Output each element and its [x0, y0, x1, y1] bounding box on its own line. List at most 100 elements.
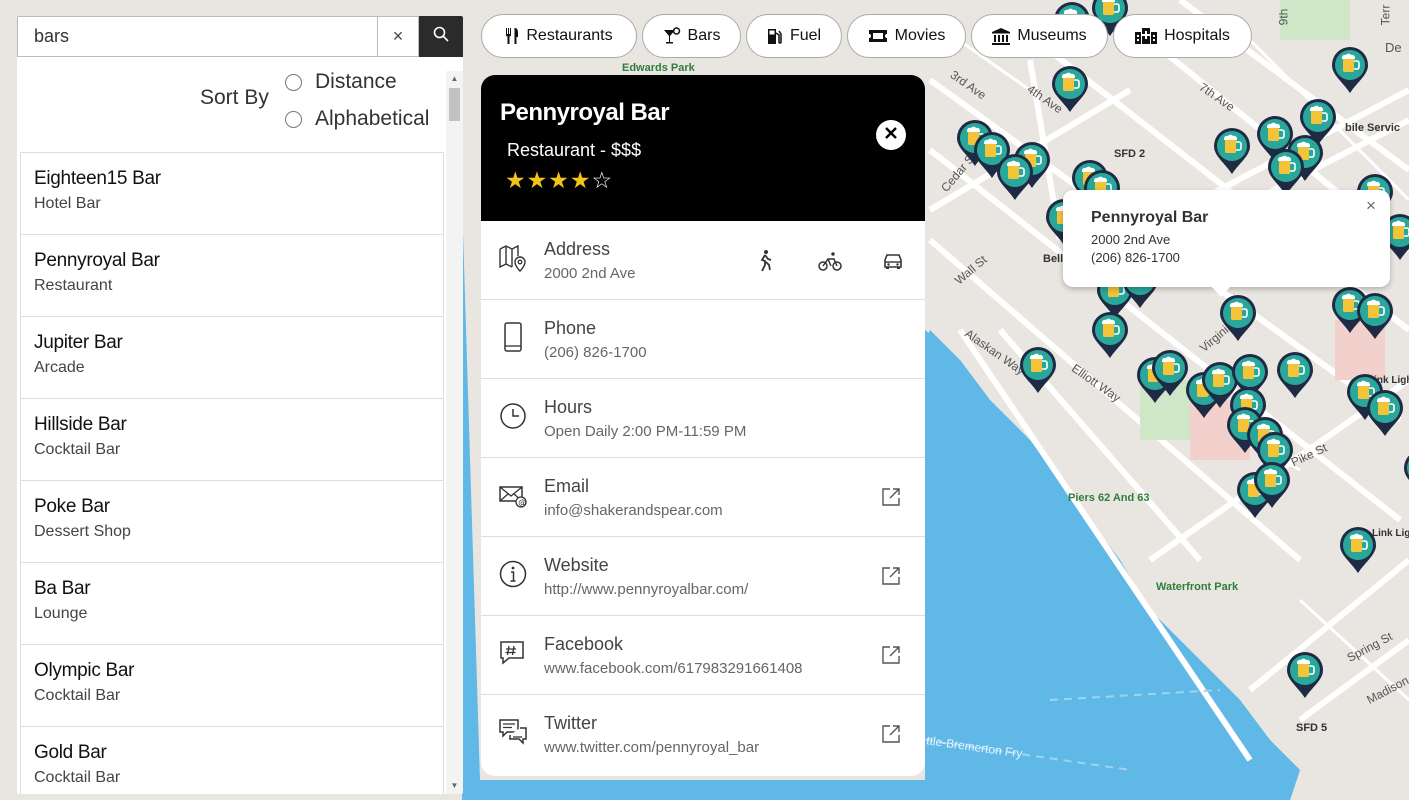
place-detail-panel: Pennyroyal Bar Restaurant - $$$ ★★★★☆ Ad…: [481, 75, 925, 776]
list-item[interactable]: Eighteen15 Bar Hotel Bar: [21, 153, 443, 235]
radio-circle[interactable]: [285, 73, 302, 91]
sort-distance-radio[interactable]: Distance: [285, 70, 397, 94]
map-label: De: [1385, 40, 1402, 55]
external-link-icon[interactable]: [881, 487, 901, 507]
radio-circle[interactable]: [285, 110, 302, 128]
category-movies-button[interactable]: Movies: [847, 14, 966, 58]
category-hospitals-button[interactable]: Hospitals: [1113, 14, 1252, 58]
biking-directions-icon[interactable]: [818, 249, 842, 273]
row-value: (206) 826-1700: [544, 344, 647, 361]
row-label: Address: [544, 239, 611, 259]
map-label: 9th: [1276, 8, 1291, 26]
external-link-icon[interactable]: [881, 645, 901, 665]
popup-address: 2000 2nd Ave: [1091, 232, 1171, 247]
row-value: 2000 2nd Ave: [544, 265, 636, 282]
external-link-icon[interactable]: [881, 566, 901, 586]
list-scrollbar[interactable]: ▲ ▼: [446, 71, 463, 794]
beer-pin-icon[interactable]: [1050, 64, 1090, 114]
beer-pin-icon[interactable]: [1365, 388, 1405, 438]
item-type: Dessert Shop: [34, 523, 131, 540]
category-museums-button[interactable]: Museums: [971, 14, 1108, 58]
star-filled-icon: ★: [569, 167, 592, 193]
popup-title: Pennyroyal Bar: [1091, 209, 1209, 226]
beer-pin-icon[interactable]: [1218, 293, 1258, 343]
row-label: Phone: [544, 318, 597, 338]
list-item[interactable]: Poke Bar Dessert Shop: [21, 481, 443, 563]
website-row[interactable]: Website http://www.pennyroyalbar.com/: [481, 537, 925, 616]
close-popup-button[interactable]: ×: [1366, 196, 1376, 216]
sort-label: Sort By: [200, 86, 269, 109]
list-item[interactable]: Hillside Bar Cocktail Bar: [21, 399, 443, 481]
star-empty-icon: ☆: [591, 167, 614, 193]
beer-pin-icon[interactable]: [1402, 448, 1409, 498]
beer-pin-icon[interactable]: [1018, 345, 1058, 395]
beer-pin-icon[interactable]: [1252, 460, 1292, 510]
row-value: www.facebook.com/617983291661408: [544, 660, 803, 677]
list-item[interactable]: Jupiter Bar Arcade: [21, 317, 443, 399]
item-name: Poke Bar: [34, 496, 110, 517]
category-restaurants-button[interactable]: Restaurants: [481, 14, 637, 58]
phone-row[interactable]: Phone (206) 826-1700: [481, 300, 925, 379]
scroll-up-arrow-icon[interactable]: ▲: [446, 71, 463, 87]
item-name: Eighteen15 Bar: [34, 168, 161, 189]
category-bars-button[interactable]: Bars: [642, 14, 741, 58]
category-label: Museums: [1017, 27, 1087, 44]
walking-directions-icon[interactable]: [754, 249, 778, 273]
external-link-icon[interactable]: [881, 724, 901, 744]
facebook-row[interactable]: Facebook www.facebook.com/61798329166140…: [481, 616, 925, 695]
close-detail-button[interactable]: [876, 120, 906, 150]
category-label: Fuel: [789, 27, 822, 44]
item-name: Olympic Bar: [34, 660, 135, 681]
list-item[interactable]: Ba Bar Lounge: [21, 563, 443, 645]
map-label: Edwards Park: [622, 62, 695, 74]
hours-row: Hours Open Daily 2:00 PM-11:59 PM: [481, 379, 925, 458]
sort-option-label: Alphabetical: [315, 107, 430, 130]
item-name: Gold Bar: [34, 742, 107, 763]
detail-title: Pennyroyal Bar: [500, 99, 670, 126]
beer-pin-icon[interactable]: [1338, 525, 1378, 575]
scroll-thumb[interactable]: [449, 88, 460, 121]
map-label: Waterfront Park: [1156, 581, 1239, 593]
map-label: SFD 2: [1114, 148, 1146, 160]
beer-pin-icon[interactable]: [995, 152, 1035, 202]
close-icon: ×: [392, 26, 404, 46]
item-type: Restaurant: [34, 277, 113, 294]
scroll-down-arrow-icon[interactable]: ▼: [446, 778, 463, 794]
star-filled-icon: ★: [548, 167, 570, 193]
row-label: Email: [544, 476, 590, 496]
star-rating: ★★★★☆: [505, 167, 613, 194]
beer-pin-icon[interactable]: [1285, 650, 1325, 700]
map-pin-icon: [498, 243, 528, 273]
beer-pin-icon[interactable]: [1330, 45, 1370, 95]
twitter-row[interactable]: Twitter www.twitter.com/pennyroyal_bar: [481, 695, 925, 774]
map-label: SFD 5: [1296, 722, 1328, 734]
list-item[interactable]: Pennyroyal Bar Restaurant: [21, 235, 443, 317]
close-icon: [884, 126, 898, 145]
svg-text:@: @: [518, 498, 526, 507]
item-type: Lounge: [34, 605, 88, 622]
row-value: www.twitter.com/pennyroyal_bar: [544, 739, 760, 756]
clear-search-button[interactable]: ×: [377, 16, 419, 57]
list-item[interactable]: Gold Bar Cocktail Bar: [21, 727, 443, 794]
star-filled-icon: ★: [505, 167, 527, 193]
category-fuel-button[interactable]: Fuel: [746, 14, 842, 58]
item-name: Pennyroyal Bar: [34, 250, 160, 271]
beer-pin-icon[interactable]: [1090, 310, 1130, 360]
list-item[interactable]: Olympic Bar Cocktail Bar: [21, 645, 443, 727]
detail-header: Pennyroyal Bar Restaurant - $$$ ★★★★☆: [481, 75, 925, 221]
popup-phone: (206) 826-1700: [1091, 250, 1180, 265]
item-type: Cocktail Bar: [34, 687, 121, 704]
item-type: Hotel Bar: [34, 195, 101, 212]
item-type: Cocktail Bar: [34, 769, 121, 786]
row-value: info@shakerandspear.com: [544, 502, 723, 519]
beer-pin-icon[interactable]: [1275, 350, 1315, 400]
sort-alphabetical-radio[interactable]: Alphabetical: [285, 107, 429, 131]
beer-pin-icon[interactable]: [1212, 126, 1252, 176]
search-input[interactable]: [17, 16, 377, 57]
driving-directions-icon[interactable]: [881, 249, 905, 273]
item-type: Arcade: [34, 359, 85, 376]
beer-pin-icon[interactable]: [1355, 291, 1395, 341]
search-button[interactable]: [419, 16, 463, 57]
email-row[interactable]: @ Email info@shakerandspear.com: [481, 458, 925, 537]
fork-knife-icon: [505, 28, 519, 44]
